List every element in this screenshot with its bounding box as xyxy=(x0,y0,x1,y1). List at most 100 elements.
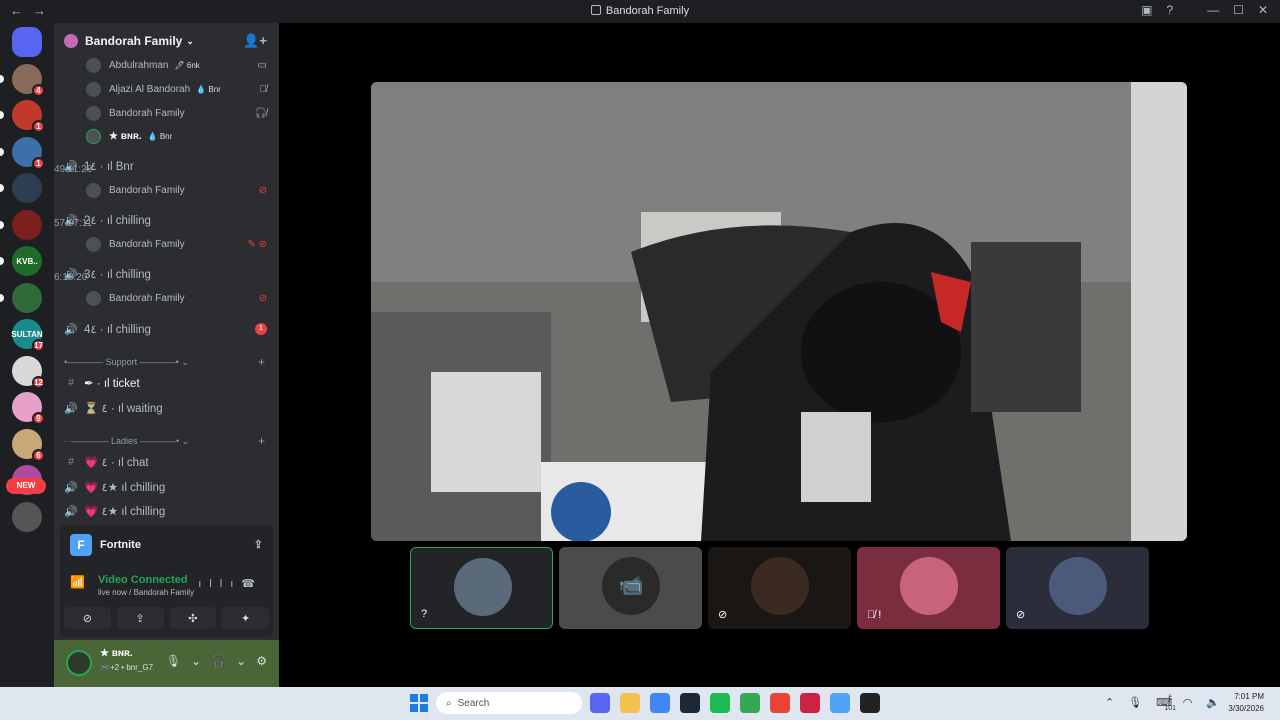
server-icon xyxy=(64,34,78,48)
taskbar-app-icon[interactable] xyxy=(590,693,610,713)
inbox-icon[interactable]: ▣ xyxy=(1141,3,1152,17)
taskbar-app-icon[interactable] xyxy=(710,693,730,713)
unread-badge: 12 xyxy=(32,375,45,389)
signal-icon[interactable]: 📶 xyxy=(70,575,85,589)
unread-pill xyxy=(0,257,4,265)
noise-icon[interactable]: ıllı xyxy=(198,578,241,590)
status-icon: ✎ ⊘ xyxy=(247,238,267,250)
taskbar-app-icon[interactable] xyxy=(830,693,850,713)
category-ladies[interactable]: · ·———— Ladies ————• ⌄ + xyxy=(54,433,279,449)
add-channel-icon[interactable]: + xyxy=(258,434,265,448)
user-name: Bandorah Family xyxy=(109,107,185,119)
taskbar-app-icon[interactable] xyxy=(860,693,880,713)
chevron-up-icon[interactable]: ⌃ xyxy=(1105,696,1114,709)
lang-top: ع xyxy=(1168,693,1173,700)
main-video-feed[interactable] xyxy=(371,82,1187,541)
guild-icon[interactable]: 1 xyxy=(12,136,45,170)
voice-user[interactable]: Bandorah Family 🎧̸ xyxy=(54,103,279,123)
chevron-down-icon[interactable]: ⌄ xyxy=(236,654,246,668)
category-label: · ·———— Ladies ————• ⌄ xyxy=(64,435,190,446)
guild-icon[interactable]: KVB.. xyxy=(12,246,42,276)
taskbar-app-icon[interactable] xyxy=(740,693,760,713)
taskbar-app-icon[interactable] xyxy=(680,693,700,713)
avatar[interactable] xyxy=(66,650,92,676)
user-name[interactable]: ★ ʙɴʀ. xyxy=(100,648,133,659)
activities-button[interactable]: ✣ xyxy=(169,607,217,629)
voice-user[interactable]: Bandorah Family ✎ ⊘ xyxy=(54,234,279,254)
activity-panel[interactable]: F Fortnite ⇪ xyxy=(60,525,273,565)
user-controls: 🎙 ⌄ 🎧 ⌄ ⚙ xyxy=(166,654,267,668)
user-status: 🎮+2 • bnr_G7 xyxy=(100,663,154,672)
chevron-down-icon[interactable]: ⌄ xyxy=(191,654,201,668)
category-support[interactable]: •———— Support ————• ⌄ + xyxy=(54,354,279,370)
guild-icon[interactable]: 12 xyxy=(12,355,45,389)
soundboard-button[interactable]: ✦ xyxy=(222,607,269,629)
guild-icon[interactable]: 4 xyxy=(12,63,45,97)
voice-user[interactable]: Abdulrahman 🖊 6nk ▭ xyxy=(54,55,279,75)
avatar xyxy=(86,290,101,306)
voice-channel[interactable]: 🔊 💗 ٤★ ıl chilling xyxy=(54,500,279,522)
voice-channel[interactable]: 🔊 ⏳ ٤ · ıl waiting xyxy=(54,397,279,419)
voice-user[interactable]: Bandorah Family ⊘ xyxy=(54,288,279,308)
language-indicator[interactable]: ع 101 xyxy=(1164,691,1176,715)
minimize-button[interactable]: — xyxy=(1207,3,1219,17)
disconnect-icon[interactable]: ☎ xyxy=(241,578,263,590)
channel-name: 💗 ٤★ ıl chilling xyxy=(84,482,166,494)
guild-icon[interactable]: 1 xyxy=(12,100,45,133)
user-name: ★ ʙɴʀ. xyxy=(109,130,142,142)
volume-icon[interactable]: 🔈 xyxy=(1206,696,1220,709)
guild-icon[interactable]: SULTAN 17 xyxy=(11,319,45,352)
taskbar-app-icon[interactable] xyxy=(620,693,640,713)
wifi-icon[interactable]: ◠ xyxy=(1183,696,1193,709)
taskbar-app-icon[interactable] xyxy=(800,693,820,713)
search-icon: ⌕ xyxy=(446,697,452,709)
guild-icon[interactable] xyxy=(12,27,42,57)
server-header[interactable]: Bandorah Family ⌄ 👤+ xyxy=(54,23,279,59)
add-user-icon[interactable]: 👤+ xyxy=(243,33,267,49)
screen-share-icon[interactable]: ⇪ xyxy=(254,538,263,551)
tile-user-blue[interactable]: ⊘ xyxy=(1006,547,1149,629)
guild-icon[interactable] xyxy=(12,209,42,240)
mic-icon[interactable]: 🎙 xyxy=(1128,696,1142,709)
tile-user-red[interactable]: 🎙̸ ! xyxy=(857,547,1000,629)
close-button[interactable]: ✕ xyxy=(1258,3,1268,17)
help-icon[interactable]: ? xyxy=(1166,3,1173,17)
speaker-icon: 🔊 xyxy=(64,402,78,415)
clock[interactable]: 7:01 PM 3/30/2026 xyxy=(1228,691,1264,715)
add-channel-icon[interactable]: + xyxy=(258,355,265,369)
text-channel[interactable]: # 💗 ٤ · ıl chat xyxy=(54,451,279,473)
text-channel[interactable]: # ✒ · ıl ticket xyxy=(54,372,279,394)
gear-icon[interactable]: ⚙ xyxy=(256,654,267,668)
camera-off-button[interactable]: ⊘ xyxy=(64,607,111,629)
voice-status[interactable]: Video Connected xyxy=(98,574,188,586)
start-button[interactable] xyxy=(410,694,428,712)
guild-icon[interactable]: 6 xyxy=(12,428,45,462)
voice-channel[interactable]: 🔊 💗 ٤★ ıl chilling xyxy=(54,476,279,498)
mic-icon[interactable]: 🎙 xyxy=(166,654,181,668)
headphones-icon[interactable]: 🎧 xyxy=(211,654,226,668)
fortnite-icon: F xyxy=(70,534,92,556)
taskbar-search[interactable]: ⌕ Search xyxy=(436,692,582,714)
voice-channel[interactable]: 🔊 3٤ · ıl chilling 6:18:20 xyxy=(54,263,279,285)
tile-self[interactable]: ? xyxy=(410,547,553,629)
tile-user-suit[interactable]: ⊘ xyxy=(708,547,851,629)
taskbar-app-icon[interactable] xyxy=(650,693,670,713)
voice-channel[interactable]: 🔊 2٤ · ıl chilling 57:07:11 xyxy=(54,209,279,231)
taskbar-app-icon[interactable] xyxy=(770,693,790,713)
tile-camera-off[interactable]: 📹 xyxy=(559,547,702,629)
voice-channel[interactable]: 🔊 4٤ · ıl chilling 1 xyxy=(54,318,279,340)
guild-icon[interactable]: 9 xyxy=(12,392,45,425)
voice-user[interactable]: Bandorah Family ⊘ xyxy=(54,180,279,200)
guild-icon[interactable] xyxy=(12,282,42,313)
guild-icon[interactable] xyxy=(12,173,42,203)
voice-channel[interactable]: 🔊 1٤ · ıl Bnr 49:11:28 xyxy=(54,155,279,177)
voice-user-self[interactable]: ★ ʙɴʀ. 💧 Bnr xyxy=(54,126,279,146)
voice-buttons: ⊘ ⇪ ✣ ✦ xyxy=(64,607,269,629)
voice-user[interactable]: Aljazi Al Bandorah 💧 Bnr 🎙̸ xyxy=(54,79,279,99)
user-name: Abdulrahman xyxy=(109,59,169,71)
maximize-button[interactable]: ☐ xyxy=(1233,3,1244,17)
unread-pill xyxy=(0,220,4,229)
share-screen-button[interactable]: ⇪ xyxy=(116,607,164,629)
clock-date: 3/30/2026 xyxy=(1228,704,1264,713)
guild-icon[interactable] xyxy=(12,501,42,532)
